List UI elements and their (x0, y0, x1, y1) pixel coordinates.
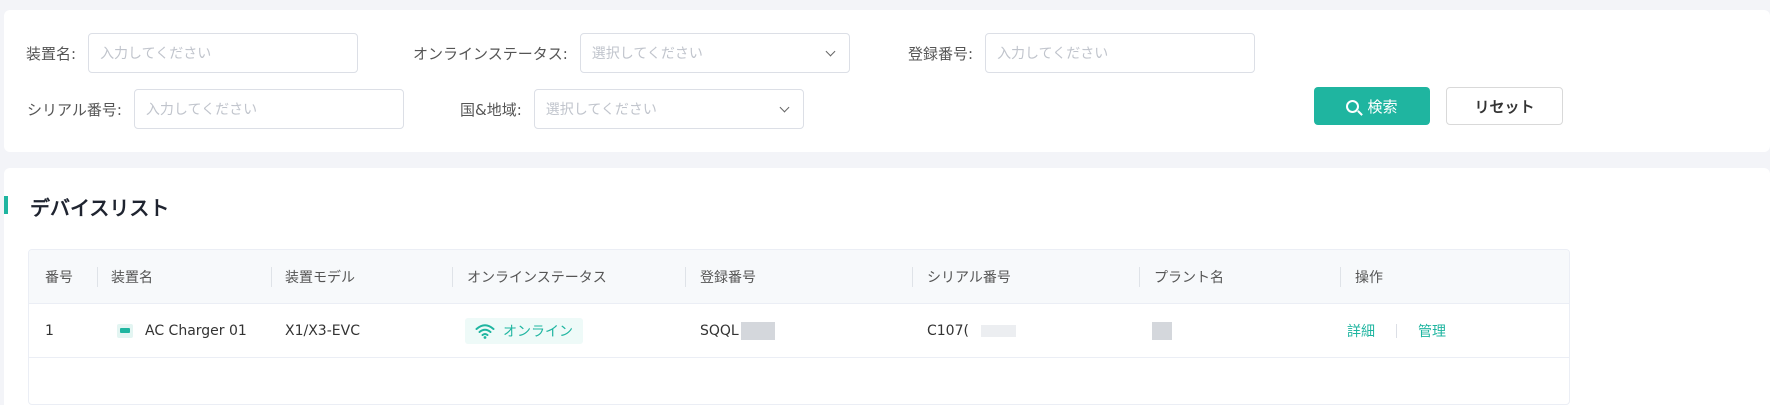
device-list-panel: デバイスリスト 番号 装置名 装置モデル オンラインステータス 登録番号 シリア… (4, 168, 1770, 405)
status-badge: オンライン (465, 318, 583, 344)
device-list-title: デバイスリスト (30, 196, 170, 220)
manage-link[interactable]: 管理 (1418, 321, 1446, 341)
column-header-number: 番号 (45, 270, 73, 286)
online-status-placeholder: 選択してください (591, 46, 703, 62)
column-header-device-model: 装置モデル (285, 270, 355, 286)
registration-number-value: SQQL (700, 323, 739, 339)
column-divider (685, 267, 686, 287)
country-region-label: 国&地域: (460, 100, 522, 119)
column-header-serial-number: シリアル番号 (927, 270, 1011, 286)
serial-number-value: C107( (927, 323, 969, 339)
wifi-icon (475, 324, 495, 339)
detail-link[interactable]: 詳細 (1347, 321, 1375, 341)
online-status-label: オンラインステータス: (413, 44, 568, 63)
device-name-filter: 装置名: 入力してください (26, 33, 359, 73)
serial-number-placeholder: 入力してください (145, 102, 258, 118)
reset-button[interactable]: リセット (1446, 87, 1563, 125)
device-model-value: X1/X3-EVC (285, 323, 360, 339)
country-region-select[interactable]: 選択してください (533, 89, 804, 129)
column-header-actions: 操作 (1355, 270, 1383, 286)
serial-number-label: シリアル番号: (27, 100, 122, 119)
device-name-input[interactable]: 入力してください (88, 33, 359, 73)
column-header-device-name: 装置名 (111, 270, 153, 286)
device-name-placeholder: 入力してください (100, 46, 212, 62)
column-divider (271, 267, 272, 287)
serial-number-filter: シリアル番号: 入力してください (27, 89, 404, 129)
redacted-mask (1152, 322, 1172, 340)
registration-number-label: 登録番号: (908, 44, 974, 63)
reset-button-label: リセット (1474, 97, 1535, 116)
registration-number-cell: SQQL (700, 304, 775, 358)
column-divider (452, 267, 453, 287)
serial-number-cell: C107( (927, 304, 1016, 358)
charger-device-icon (117, 324, 133, 338)
search-button[interactable]: 検索 (1314, 87, 1430, 125)
column-header-plant-name: プラント名 (1154, 270, 1224, 286)
registration-number-input[interactable]: 入力してください (985, 33, 1256, 73)
filter-panel: 装置名: 入力してください オンラインステータス: 選択してください 登録番号:… (4, 10, 1770, 152)
device-name-cell: AC Charger 01 (117, 304, 247, 358)
country-region-placeholder: 選択してください (545, 102, 657, 118)
registration-number-placeholder: 入力してください (997, 46, 1109, 62)
row-number: 1 (45, 323, 54, 339)
device-table: 番号 装置名 装置モデル オンラインステータス 登録番号 シリアル番号 プラント… (28, 249, 1570, 405)
search-icon (1346, 99, 1360, 113)
column-divider (1340, 267, 1341, 287)
table-header: 番号 装置名 装置モデル オンラインステータス 登録番号 シリアル番号 プラント… (29, 250, 1569, 304)
column-divider (912, 267, 913, 287)
search-button-label: 検索 (1367, 97, 1398, 116)
registration-number-filter: 登録番号: 入力してください (908, 33, 1256, 73)
redacted-mask (980, 325, 1016, 337)
actions-cell: 詳細 管理 (1347, 304, 1446, 358)
device-name-label: 装置名: (26, 44, 77, 63)
redacted-mask (740, 322, 775, 340)
online-status-cell: オンライン (465, 304, 583, 358)
chevron-down-icon (825, 46, 836, 56)
chevron-down-icon (779, 102, 790, 112)
column-divider (97, 267, 98, 287)
serial-number-input[interactable]: 入力してください (133, 89, 404, 129)
column-header-registration-number: 登録番号 (700, 270, 756, 286)
action-divider (1396, 324, 1397, 338)
table-row: 1 AC Charger 01 X1/X3-EVC オンライン SQQL C10… (29, 304, 1569, 358)
title-accent-bar (4, 196, 8, 214)
status-badge-label: オンライン (503, 324, 573, 340)
device-name-value: AC Charger 01 (145, 323, 247, 339)
plant-name-cell (1150, 304, 1172, 358)
online-status-filter: オンラインステータス: 選択してください (413, 33, 850, 73)
column-header-online-status: オンラインステータス (467, 270, 607, 286)
online-status-select[interactable]: 選択してください (579, 33, 850, 73)
country-region-filter: 国&地域: 選択してください (460, 89, 804, 129)
column-divider (1139, 267, 1140, 287)
